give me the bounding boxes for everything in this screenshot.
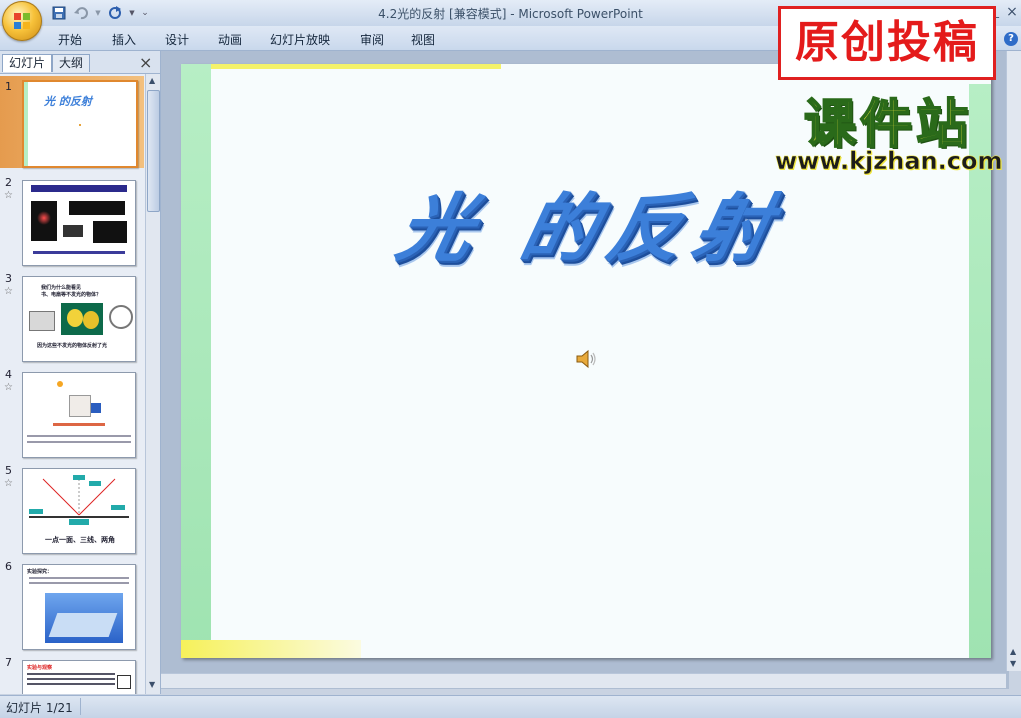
slide-border-decoration (181, 64, 501, 69)
slide-border-decoration (181, 64, 211, 658)
tab-review[interactable]: 审阅 (360, 31, 384, 48)
close-panel-icon[interactable]: × (139, 53, 152, 72)
slide-number: 7 (5, 656, 12, 669)
previous-slide-icon[interactable]: ▲ (1010, 647, 1016, 656)
close-button[interactable]: × (1005, 4, 1019, 20)
slide-title[interactable]: 光 的反射 (355, 169, 828, 276)
slide-number: 4 (5, 368, 12, 381)
slide-thumbnail-7[interactable]: 7 实验与观察 (0, 652, 144, 694)
slides-panel: 幻灯片 大纲 × 1 光 的反射 2 ☆ 3 ☆ 我们为什么能看见 书、电扇等不… (0, 51, 161, 694)
thumbnail-scrollbar[interactable]: ▲ ▼ (145, 74, 160, 694)
tab-outline[interactable]: 大纲 (52, 54, 91, 72)
slide-thumbnail-3[interactable]: 3 ☆ 我们为什么能看见 书、电扇等不发光的物体？ 因为这些不发光的物体反射了光 (0, 268, 144, 362)
slide-number: 6 (5, 560, 12, 573)
thumbnail-image: 实验与观察 (22, 660, 136, 694)
office-button[interactable] (2, 1, 42, 41)
animation-star-icon: ☆ (4, 382, 13, 393)
editor-vertical-scrollbar[interactable]: ▲ ▼ (1006, 51, 1021, 671)
animation-star-icon: ☆ (4, 478, 13, 489)
slide-thumbnail-5[interactable]: 5 ☆ 一点一面、三线、两角 (0, 460, 144, 554)
slide-thumbnail-2[interactable]: 2 ☆ (0, 172, 144, 266)
thumbnail-image: 光 的反射 (22, 80, 138, 168)
scroll-down-icon[interactable]: ▼ (149, 680, 155, 689)
thumbnail-text: 实验与观察 (27, 665, 53, 671)
slide-number: 2 (5, 176, 12, 189)
tab-insert[interactable]: 插入 (112, 31, 136, 48)
office-logo-icon (14, 13, 30, 29)
editor-horizontal-scrollbar[interactable] (161, 673, 1006, 688)
thumbnail-text: 一点一面、三线、两角 (45, 536, 115, 544)
thumbnail-image (22, 180, 136, 266)
speaker-icon[interactable] (574, 348, 598, 370)
thumbnail-text: 因为这些不发光的物体反射了光 (37, 343, 108, 349)
scroll-up-icon[interactable]: ▲ (149, 76, 155, 85)
tab-animations[interactable]: 动画 (218, 31, 242, 48)
original-submission-stamp: 原创投稿 (778, 6, 996, 80)
thumbnail-image: 一点一面、三线、两角 (22, 468, 136, 554)
scrollbar-thumb[interactable] (147, 90, 160, 212)
slide-number: 3 (5, 272, 12, 285)
thumbnail-text: 实验探究： (27, 569, 53, 575)
tab-slides[interactable]: 幻灯片 (2, 54, 53, 72)
slide-counter: 幻灯片 1/21 (6, 701, 73, 715)
slide-number: 5 (5, 464, 12, 477)
slide-thumbnail-6[interactable]: 6 实验探究： (0, 556, 144, 650)
thumbnail-list: 1 光 的反射 2 ☆ 3 ☆ 我们为什么能看见 书、电扇等不发光的物体？ 因为… (0, 74, 144, 694)
thumbnail-image: 实验探究： (22, 564, 136, 650)
slide-border-decoration (181, 640, 361, 658)
slide-thumbnail-1[interactable]: 1 光 的反射 (0, 76, 144, 168)
slide-number: 1 (5, 80, 12, 93)
slide-thumbnail-4[interactable]: 4 ☆ (0, 364, 144, 458)
status-bar: 幻灯片 1/21 (0, 695, 1021, 718)
site-url: www.kjzhan.com (775, 147, 1003, 176)
thumbnail-title: 光 的反射 (44, 95, 92, 108)
tab-view[interactable]: 视图 (411, 31, 435, 48)
thumbnail-text: 书、电扇等不发光的物体？ (41, 292, 102, 298)
thumbnail-image (22, 372, 136, 458)
thumbnail-image: 我们为什么能看见 书、电扇等不发光的物体？ 因为这些不发光的物体反射了光 (22, 276, 136, 362)
animation-star-icon: ☆ (4, 190, 13, 201)
panel-tabs: 幻灯片 大纲 × (0, 51, 160, 74)
thumbnail-text: 我们为什么能看见 (41, 285, 82, 291)
next-slide-icon[interactable]: ▼ (1010, 659, 1016, 668)
tab-design[interactable]: 设计 (165, 31, 189, 48)
tab-slideshow[interactable]: 幻灯片放映 (270, 31, 330, 48)
help-icon[interactable]: ? (1004, 32, 1018, 46)
status-divider (80, 698, 81, 715)
tab-home[interactable]: 开始 (58, 31, 82, 48)
animation-star-icon: ☆ (4, 286, 13, 297)
stamp-text: 原创投稿 (795, 17, 979, 68)
